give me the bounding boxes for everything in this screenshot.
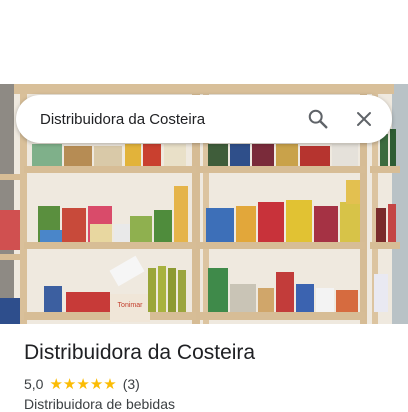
close-button[interactable] xyxy=(344,99,384,139)
rating-value: 5,0 xyxy=(24,376,44,392)
star-icon: ★ xyxy=(89,375,104,393)
review-count[interactable]: (3) xyxy=(123,376,140,392)
place-category: Distribuidora de bebidas xyxy=(24,396,175,412)
close-icon xyxy=(357,112,371,126)
search-button[interactable] xyxy=(298,99,338,139)
rating-stars: ★ ★ ★ ★ ★ xyxy=(49,377,116,392)
search-input[interactable]: Distribuidora da Costeira xyxy=(40,111,298,128)
star-icon: ★ xyxy=(76,375,90,393)
place-title: Distribuidora da Costeira xyxy=(24,341,256,364)
star-icon: ★ xyxy=(62,375,77,393)
box-label: Tonimar xyxy=(118,302,144,309)
search-icon xyxy=(308,109,328,129)
search-box[interactable]: Distribuidora da Costeira xyxy=(16,95,392,143)
star-icon: ★ xyxy=(103,375,117,393)
rating-row[interactable]: 5,0 ★ ★ ★ ★ ★ (3) xyxy=(24,375,140,393)
star-icon: ★ xyxy=(49,375,63,393)
